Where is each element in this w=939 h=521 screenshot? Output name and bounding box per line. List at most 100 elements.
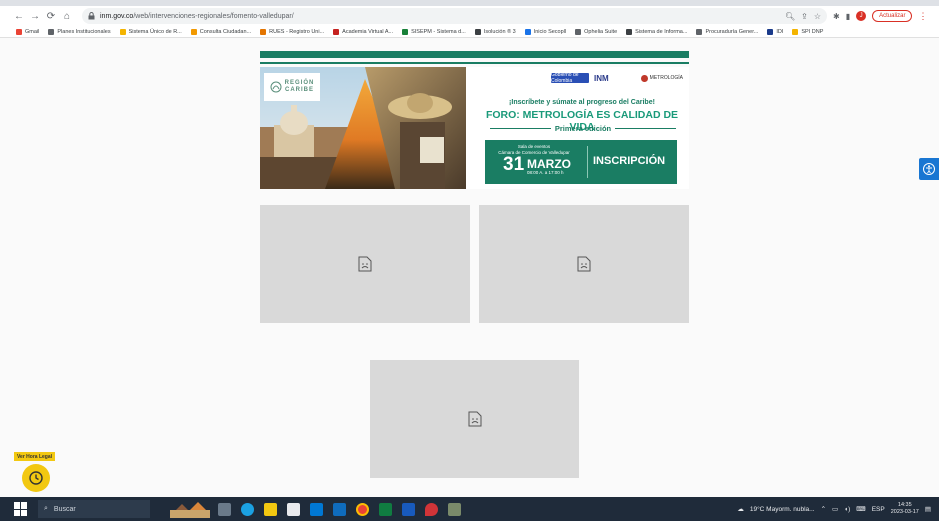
windows-taskbar: ⌕ Buscar ☁ 19°C Mayorm. nubla... ⌃ ▭ ◖) … bbox=[0, 497, 939, 521]
misc-app-icon[interactable] bbox=[448, 502, 461, 516]
region-line1: REGIÓN bbox=[284, 80, 315, 86]
star-icon[interactable]: ☆ bbox=[814, 12, 821, 21]
bookmark-favicon-icon bbox=[260, 28, 267, 35]
bookmark-label: Gmail bbox=[25, 28, 40, 35]
bookmark-label: Ophelia Suite bbox=[584, 28, 618, 35]
broken-image-icon bbox=[358, 256, 372, 272]
excel-icon[interactable] bbox=[379, 502, 392, 516]
lock-icon bbox=[88, 12, 95, 20]
bookmark-favicon-icon bbox=[696, 28, 703, 35]
weather-text[interactable]: 19°C Mayorm. nubla... bbox=[750, 506, 815, 513]
back-icon[interactable]: ← bbox=[12, 9, 26, 23]
hora-legal-button[interactable] bbox=[22, 464, 50, 492]
bookmark-item[interactable]: SISEPM - Sistema d... bbox=[402, 28, 466, 35]
bookmark-label: SPI DNP bbox=[801, 28, 824, 35]
bookmark-item[interactable]: Isolución ® 3 bbox=[474, 28, 516, 35]
mail-icon[interactable] bbox=[310, 502, 323, 516]
bookmark-favicon-icon bbox=[524, 28, 531, 35]
bookmark-favicon-icon bbox=[767, 28, 774, 35]
bookmark-item[interactable]: RUES - Registro Uni... bbox=[260, 28, 325, 35]
bookmark-favicon-icon bbox=[119, 28, 126, 35]
bookmark-label: Consulta Ciudadan... bbox=[199, 28, 252, 35]
bookmark-item[interactable]: Consulta Ciudadan... bbox=[190, 28, 252, 35]
tray-chevron-icon[interactable]: ⌃ bbox=[821, 505, 826, 513]
bookmark-favicon-icon bbox=[792, 28, 799, 35]
clock-date: 2023-03-17 bbox=[890, 509, 919, 515]
clock-icon bbox=[29, 471, 43, 485]
bookmark-item[interactable]: Academia Virtual A... bbox=[333, 28, 394, 35]
bookmark-item[interactable]: IDI bbox=[767, 28, 783, 35]
share-icon[interactable]: ⇪ bbox=[801, 12, 808, 21]
sidepanel-icon[interactable]: ▮ bbox=[846, 12, 850, 21]
file-explorer-icon[interactable] bbox=[264, 502, 277, 516]
reload-icon[interactable]: ⟳ bbox=[44, 9, 58, 23]
region-caribe-badge: REGIÓN CARIBE bbox=[264, 73, 320, 101]
bookmark-favicon-icon bbox=[16, 28, 22, 35]
bookmark-label: RUES - Registro Uni... bbox=[269, 28, 325, 35]
inm-logo: INM bbox=[594, 73, 636, 83]
event-banner[interactable]: REGIÓN CARIBE Gobierno de Colombia INM M… bbox=[260, 67, 689, 189]
bookmark-label: Sistema Único de R... bbox=[128, 28, 182, 35]
event-details-box: Sala de eventos Cámara de Comercio de Va… bbox=[485, 140, 677, 184]
edition-line-left bbox=[490, 128, 551, 129]
image-placeholder-3 bbox=[370, 360, 579, 478]
bookmark-label: Inicio Secopll bbox=[533, 28, 567, 35]
update-button[interactable]: Actualizar bbox=[872, 10, 913, 22]
bookmark-label: Planes Institucionales bbox=[57, 28, 111, 35]
network-icon[interactable]: ▭ bbox=[832, 505, 838, 513]
bookmark-favicon-icon bbox=[402, 28, 409, 35]
inscripcion-cta[interactable]: INSCRIPCIÓN bbox=[593, 155, 665, 167]
weather-widget-art[interactable] bbox=[170, 500, 210, 518]
store-icon[interactable] bbox=[287, 502, 300, 516]
metrologia-logo-text: METROLOGÍA bbox=[649, 75, 683, 81]
bookmark-favicon-icon bbox=[48, 28, 55, 35]
taskbar-apps bbox=[218, 502, 461, 516]
region-line2: CARIBE bbox=[284, 87, 314, 93]
bookmark-item[interactable]: Gmail bbox=[16, 28, 40, 35]
taskbar-clock[interactable]: 14:35 2023-03-17 bbox=[891, 502, 919, 516]
drop-app-icon[interactable] bbox=[425, 502, 438, 516]
volume-icon[interactable]: ◖) bbox=[844, 506, 850, 513]
zoom-icon[interactable]: 🔍︎ bbox=[785, 12, 795, 21]
home-icon[interactable]: ⌂ bbox=[60, 9, 74, 23]
word-icon[interactable] bbox=[402, 502, 415, 516]
outlook-icon[interactable] bbox=[333, 502, 346, 516]
metro-seal-icon bbox=[641, 74, 648, 82]
banner-top-bar bbox=[260, 51, 689, 58]
task-view-icon[interactable] bbox=[218, 502, 231, 516]
bookmark-favicon-icon bbox=[474, 28, 481, 35]
bookmark-item[interactable]: Inicio Secopll bbox=[524, 28, 567, 35]
more-menu-icon[interactable]: ⋮ bbox=[918, 11, 927, 22]
bookmark-label: SISEPM - Sistema d... bbox=[411, 28, 466, 35]
bookmark-item[interactable]: SPI DNP bbox=[792, 28, 824, 35]
notifications-icon[interactable]: ▤ bbox=[925, 505, 931, 513]
address-bar[interactable]: inm.gov.co /web/intervenciones-regionale… bbox=[82, 8, 827, 24]
input-icon[interactable]: ⌨ bbox=[856, 505, 865, 513]
language-label[interactable]: ESP bbox=[872, 506, 885, 513]
forward-icon[interactable]: → bbox=[28, 9, 42, 23]
system-tray: ☁ 19°C Mayorm. nubla... ⌃ ▭ ◖) ⌨ ESP 14:… bbox=[737, 502, 939, 516]
extensions-icon[interactable]: ✱ bbox=[833, 12, 840, 21]
url-path: /web/intervenciones-regionales/fomento-v… bbox=[133, 12, 294, 20]
bookmark-label: Procuraduría Gener... bbox=[705, 28, 759, 35]
bookmark-item[interactable]: Sistema de Informa... bbox=[626, 28, 687, 35]
accessibility-button[interactable] bbox=[919, 158, 939, 180]
banner-divider bbox=[260, 62, 689, 64]
bookmark-item[interactable]: Ophelia Suite bbox=[575, 28, 618, 35]
hora-legal-label[interactable]: Ver Hora Legal bbox=[14, 452, 56, 461]
chrome-icon[interactable] bbox=[356, 502, 369, 516]
edition-row: Primera edición bbox=[490, 124, 676, 133]
event-month: MARZO bbox=[527, 157, 571, 171]
edge-icon[interactable] bbox=[241, 502, 254, 516]
bookmark-item[interactable]: Procuraduría Gener... bbox=[696, 28, 759, 35]
bookmark-item[interactable]: Sistema Único de R... bbox=[119, 28, 182, 35]
windows-start-icon[interactable] bbox=[14, 502, 28, 516]
bookmark-item[interactable]: Planes Institucionales bbox=[48, 28, 111, 35]
bookmark-favicon-icon bbox=[190, 28, 197, 35]
profile-avatar[interactable]: J bbox=[856, 11, 867, 21]
weather-cloud-icon: ☁ bbox=[737, 506, 744, 513]
metrologia-logo: METROLOGÍA bbox=[641, 73, 683, 83]
bookmark-label: Academia Virtual A... bbox=[342, 28, 394, 35]
taskbar-search[interactable]: ⌕ Buscar bbox=[38, 500, 150, 518]
event-day: 31 bbox=[503, 154, 525, 175]
